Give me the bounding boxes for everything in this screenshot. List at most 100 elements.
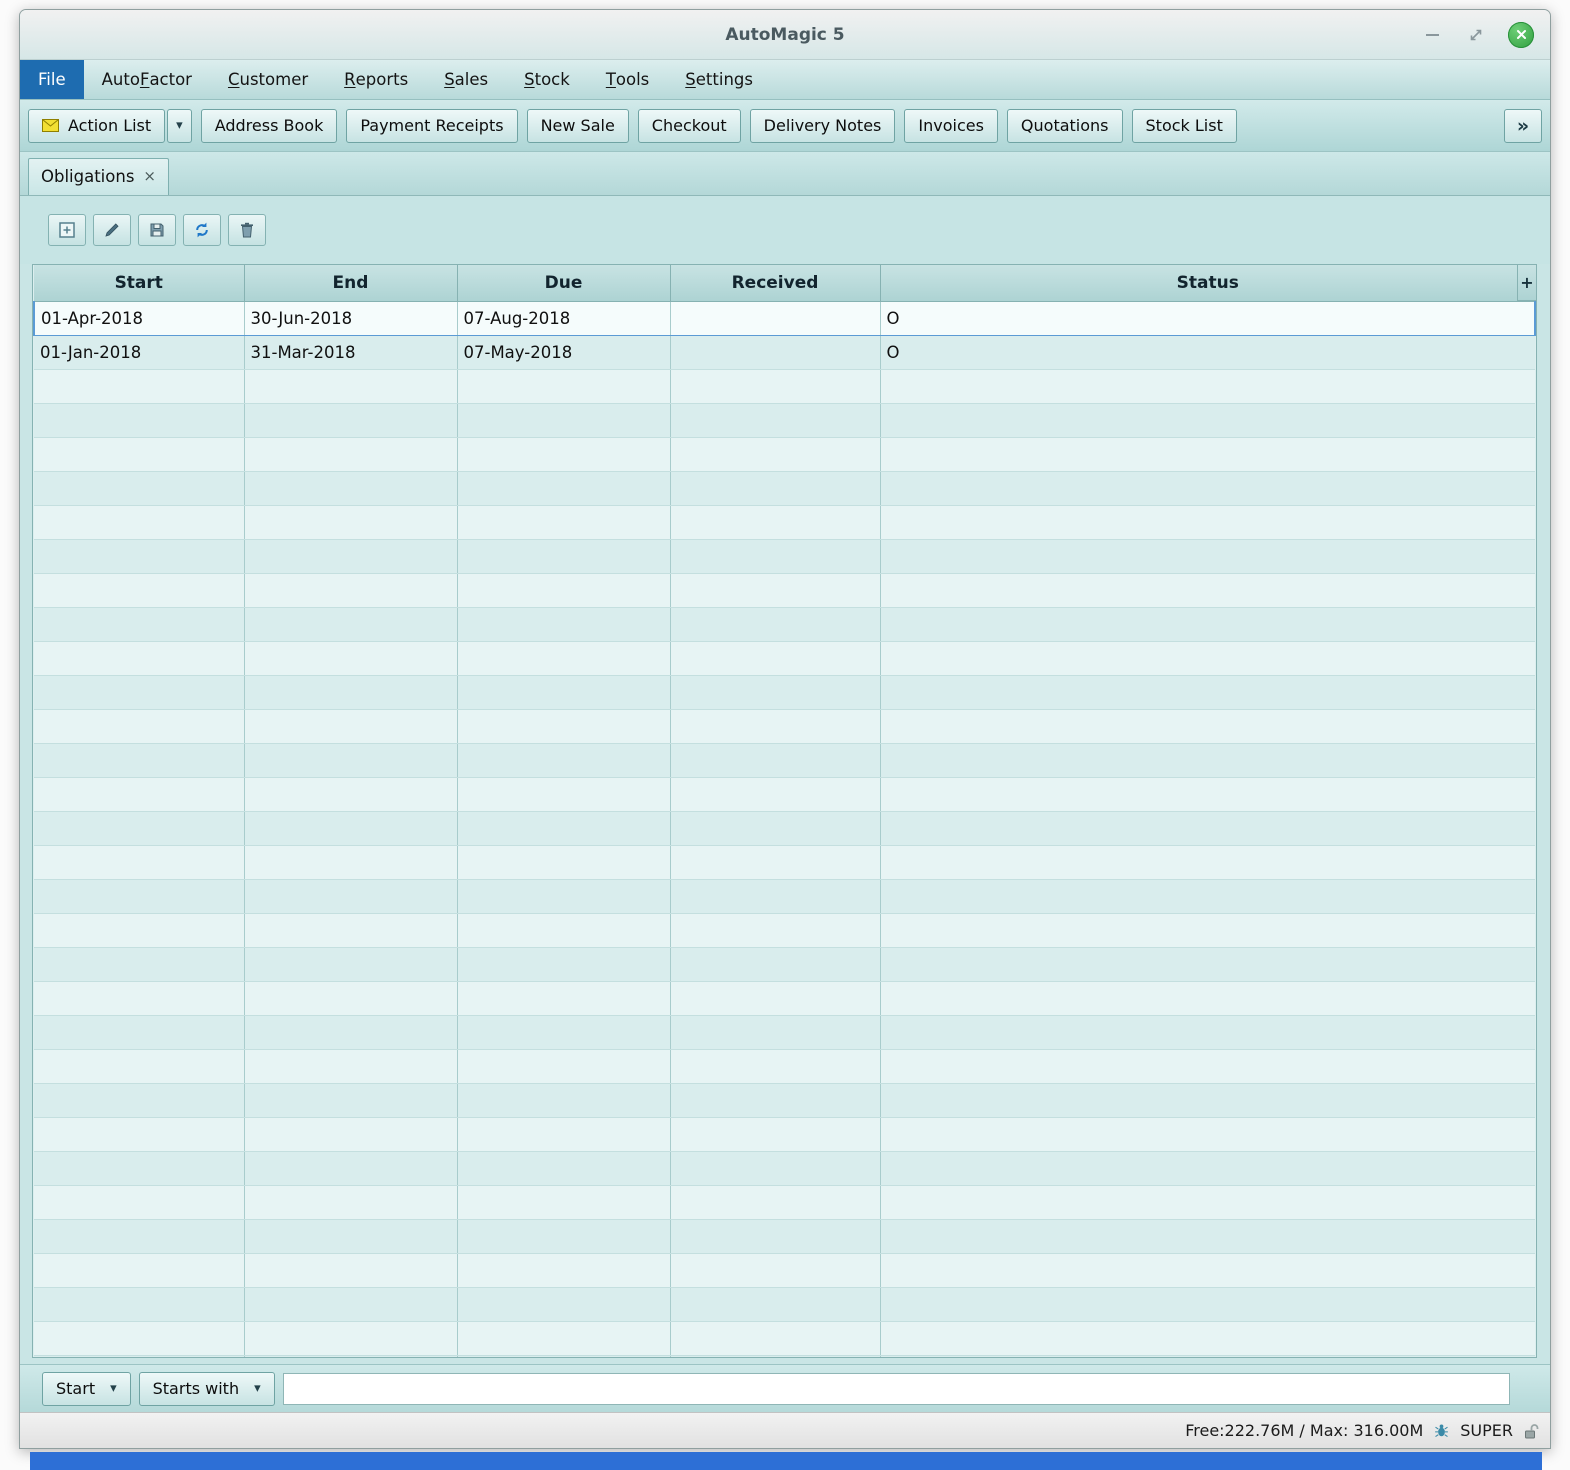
table-cell[interactable]: 01-Jan-2018 bbox=[34, 335, 244, 369]
table-cell[interactable]: 01-Apr-2018 bbox=[34, 301, 244, 335]
table-row[interactable] bbox=[34, 947, 1535, 981]
table-row[interactable] bbox=[34, 403, 1535, 437]
table-cell[interactable] bbox=[670, 641, 880, 675]
table-cell[interactable] bbox=[457, 1355, 670, 1358]
menu-file[interactable]: File bbox=[20, 60, 84, 99]
table-cell[interactable] bbox=[244, 437, 457, 471]
table-cell[interactable] bbox=[880, 1287, 1535, 1321]
table-cell[interactable] bbox=[880, 913, 1535, 947]
table-cell[interactable] bbox=[670, 505, 880, 539]
column-header-due[interactable]: Due bbox=[457, 265, 670, 301]
toolbar-button-checkout[interactable]: Checkout bbox=[638, 109, 741, 143]
table-cell[interactable] bbox=[880, 947, 1535, 981]
table-cell[interactable] bbox=[244, 1049, 457, 1083]
table-cell[interactable] bbox=[670, 1321, 880, 1355]
table-cell[interactable] bbox=[457, 981, 670, 1015]
close-button[interactable] bbox=[1508, 22, 1534, 48]
table-cell[interactable] bbox=[34, 1049, 244, 1083]
table-cell[interactable] bbox=[670, 845, 880, 879]
toolbar-overflow-button[interactable]: » bbox=[1504, 109, 1542, 143]
table-row[interactable] bbox=[34, 573, 1535, 607]
table-row[interactable] bbox=[34, 743, 1535, 777]
table-cell[interactable] bbox=[34, 1219, 244, 1253]
table-row[interactable] bbox=[34, 1321, 1535, 1355]
menu-customer[interactable]: Customer bbox=[210, 60, 326, 99]
filter-match-select[interactable]: Starts with ▾ bbox=[139, 1372, 275, 1406]
table-cell[interactable] bbox=[244, 913, 457, 947]
table-cell[interactable] bbox=[34, 1015, 244, 1049]
edit-record-button[interactable] bbox=[93, 214, 131, 246]
bug-icon[interactable] bbox=[1434, 1423, 1449, 1438]
table-cell[interactable] bbox=[34, 1253, 244, 1287]
table-cell[interactable] bbox=[244, 879, 457, 913]
table-row[interactable] bbox=[34, 607, 1535, 641]
table-cell[interactable] bbox=[34, 675, 244, 709]
action-list-dropdown-button[interactable]: ▾ bbox=[167, 109, 192, 143]
table-cell[interactable] bbox=[34, 1355, 244, 1358]
table-cell[interactable] bbox=[670, 539, 880, 573]
column-header-received[interactable]: Received bbox=[670, 265, 880, 301]
column-header-end[interactable]: End bbox=[244, 265, 457, 301]
table-cell[interactable]: O bbox=[880, 301, 1535, 335]
table-cell[interactable] bbox=[670, 403, 880, 437]
table-cell[interactable] bbox=[880, 777, 1535, 811]
table-row[interactable] bbox=[34, 675, 1535, 709]
table-row[interactable] bbox=[34, 1287, 1535, 1321]
table-cell[interactable] bbox=[34, 777, 244, 811]
table-cell[interactable] bbox=[457, 845, 670, 879]
table-cell[interactable] bbox=[244, 947, 457, 981]
table-cell[interactable] bbox=[670, 1219, 880, 1253]
table-cell[interactable] bbox=[670, 1151, 880, 1185]
add-column-button[interactable]: + bbox=[1517, 265, 1536, 301]
menu-reports[interactable]: Reports bbox=[326, 60, 426, 99]
table-cell[interactable] bbox=[457, 573, 670, 607]
table-cell[interactable] bbox=[244, 1355, 457, 1358]
table-row[interactable] bbox=[34, 437, 1535, 471]
table-cell[interactable] bbox=[457, 743, 670, 777]
tab-obligations[interactable]: Obligations × bbox=[28, 158, 169, 195]
table-cell[interactable] bbox=[880, 1117, 1535, 1151]
toolbar-button-invoices[interactable]: Invoices bbox=[904, 109, 998, 143]
table-cell[interactable] bbox=[457, 1049, 670, 1083]
titlebar[interactable]: AutoMagic 5 bbox=[20, 10, 1550, 60]
table-cell[interactable] bbox=[244, 811, 457, 845]
table-cell[interactable] bbox=[244, 607, 457, 641]
table-cell[interactable] bbox=[670, 913, 880, 947]
table-cell[interactable] bbox=[457, 1287, 670, 1321]
table-row[interactable] bbox=[34, 709, 1535, 743]
table-cell[interactable] bbox=[457, 437, 670, 471]
table-cell[interactable] bbox=[244, 1253, 457, 1287]
toolbar-button-new-sale[interactable]: New Sale bbox=[527, 109, 629, 143]
menu-auto-factor[interactable]: Auto Factor bbox=[84, 60, 210, 99]
table-cell[interactable] bbox=[457, 1117, 670, 1151]
table-row[interactable] bbox=[34, 1151, 1535, 1185]
table-row[interactable] bbox=[34, 845, 1535, 879]
table-row[interactable] bbox=[34, 1117, 1535, 1151]
table-cell[interactable] bbox=[457, 539, 670, 573]
table-cell[interactable] bbox=[34, 913, 244, 947]
table-row[interactable]: 01-Apr-201830-Jun-201807-Aug-2018O bbox=[34, 301, 1535, 335]
toolbar-button-address-book[interactable]: Address Book bbox=[201, 109, 338, 143]
column-header-start[interactable]: Start bbox=[34, 265, 244, 301]
table-cell[interactable] bbox=[34, 1287, 244, 1321]
table-cell[interactable] bbox=[34, 1083, 244, 1117]
table-cell[interactable] bbox=[880, 369, 1535, 403]
table-cell[interactable]: 31-Mar-2018 bbox=[244, 335, 457, 369]
save-record-button[interactable] bbox=[138, 214, 176, 246]
restore-button[interactable] bbox=[1464, 23, 1488, 47]
table-row[interactable] bbox=[34, 1015, 1535, 1049]
add-record-button[interactable] bbox=[48, 214, 86, 246]
table-cell[interactable] bbox=[670, 369, 880, 403]
table-row[interactable] bbox=[34, 505, 1535, 539]
table-cell[interactable] bbox=[457, 607, 670, 641]
table-cell[interactable] bbox=[880, 1355, 1535, 1358]
toolbar-button-quotations[interactable]: Quotations bbox=[1007, 109, 1123, 143]
menu-stock[interactable]: Stock bbox=[506, 60, 588, 99]
table-cell[interactable] bbox=[670, 1287, 880, 1321]
table-cell[interactable] bbox=[457, 913, 670, 947]
table-cell[interactable] bbox=[880, 505, 1535, 539]
menu-tools[interactable]: Tools bbox=[588, 60, 667, 99]
table-cell[interactable] bbox=[244, 777, 457, 811]
toolbar-button-payment-receipts[interactable]: Payment Receipts bbox=[346, 109, 517, 143]
table-cell[interactable] bbox=[244, 505, 457, 539]
